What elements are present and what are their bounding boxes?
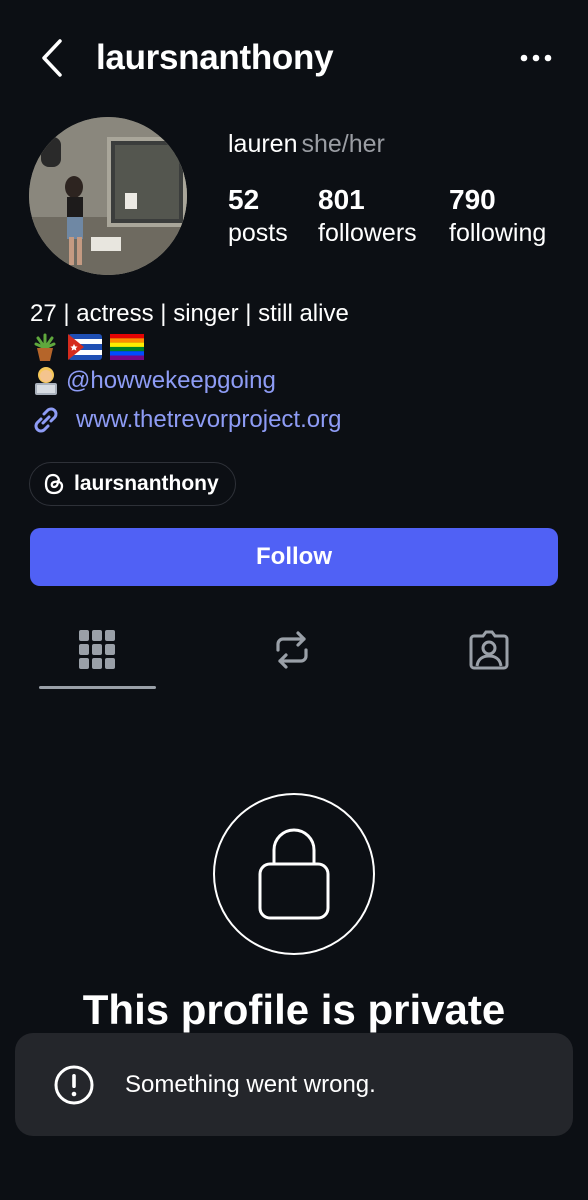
avatar[interactable]: [29, 117, 187, 275]
bio-link-row[interactable]: www.thetrevorproject.org: [30, 400, 570, 440]
threads-badge[interactable]: laursnanthony: [29, 462, 236, 506]
technologist-emoji-icon: [35, 367, 57, 395]
repost-icon: [276, 631, 308, 669]
lock-icon: [258, 828, 330, 920]
stat-value: 790: [449, 184, 496, 215]
follow-button[interactable]: Follow: [30, 528, 558, 586]
name-row: lauren she/her: [228, 130, 385, 159]
stat-posts[interactable]: 52 posts: [228, 183, 288, 249]
rainbow-flag-icon: [110, 334, 144, 360]
private-lock-badge: [213, 793, 375, 955]
mention-link[interactable]: @howwekeepgoing: [66, 367, 276, 395]
stat-label: posts: [228, 219, 288, 247]
error-toast[interactable]: Something went wrong.: [15, 1033, 573, 1136]
private-profile-title: This profile is private: [82, 986, 506, 1033]
avatar-photo: [29, 117, 187, 275]
profile-header: laursnanthony: [0, 0, 588, 116]
alert-icon: [54, 1065, 94, 1104]
active-tab-indicator: [39, 686, 156, 689]
tab-reposts[interactable]: [233, 614, 351, 686]
stat-value: 801: [318, 184, 365, 215]
toast-message: Something went wrong.: [125, 1070, 376, 1098]
bio-mention-row: @howwekeepgoing: [30, 364, 570, 398]
cuba-flag-icon: [68, 334, 102, 360]
tab-posts[interactable]: [38, 614, 156, 686]
bio-emoji-row: [30, 332, 570, 362]
stat-followers[interactable]: 801 followers: [318, 183, 417, 249]
stat-label: following: [449, 219, 547, 247]
website-link[interactable]: www.thetrevorproject.org: [76, 406, 341, 434]
chevron-left-icon: [42, 39, 62, 77]
threads-icon: [44, 473, 64, 495]
grid-icon: [79, 630, 115, 669]
page-title: laursnanthony: [96, 38, 334, 77]
tab-tagged[interactable]: [430, 614, 548, 686]
stat-following[interactable]: 790 following: [449, 183, 546, 249]
link-icon: [34, 407, 58, 433]
bio: 27 | actress | singer | still alive @how…: [30, 298, 570, 440]
bio-text: 27 | actress | singer | still alive: [30, 300, 349, 327]
back-button[interactable]: [32, 36, 72, 80]
alert-icon-wrap: [45, 1056, 103, 1114]
pronouns: she/her: [301, 130, 385, 158]
display-name: lauren: [228, 130, 298, 158]
potted-plant-icon: [34, 333, 56, 361]
threads-label: laursnanthony: [74, 472, 219, 495]
more-options-button[interactable]: [514, 46, 558, 70]
ellipsis-icon: [520, 54, 552, 62]
stat-label: followers: [318, 219, 417, 247]
tagged-icon: [469, 630, 509, 670]
stat-value: 52: [228, 184, 260, 215]
